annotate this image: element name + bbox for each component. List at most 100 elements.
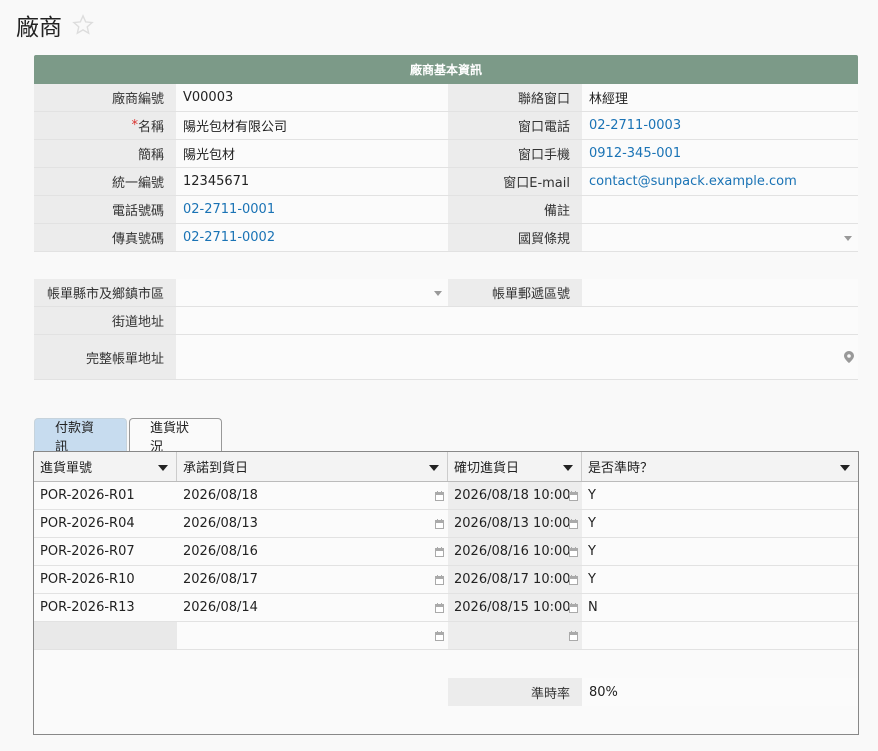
calendar-icon[interactable]: [435, 490, 444, 501]
order-no-cell[interactable]: POR-2026-R07: [34, 538, 177, 565]
billing-city-label: 帳單縣市及鄉鎮市區: [34, 279, 176, 306]
vendor-id-field[interactable]: V00003: [176, 84, 448, 111]
calendar-icon[interactable]: [435, 602, 444, 613]
phone-label: 電話號碼: [34, 196, 176, 223]
sort-dropdown-icon[interactable]: [840, 464, 850, 471]
calendar-icon[interactable]: [569, 546, 578, 557]
promised-date-cell[interactable]: 2026/08/18: [177, 482, 448, 509]
actual-date-value: 2026/08/15 10:00: [454, 600, 571, 615]
form-row: 電話號碼 02-2711-0001 備註: [34, 196, 858, 224]
dropdown-arrow-icon[interactable]: [434, 290, 442, 296]
address-grid: 帳單縣市及鄉鎮市區 帳單郵遞區號 街道地址 完整帳單地址: [34, 279, 858, 380]
section-title: 廠商基本資訊: [409, 63, 482, 77]
column-header-actual-date[interactable]: 確切進貨日: [448, 452, 582, 481]
contact-mobile-link[interactable]: 0912-345-001: [589, 146, 681, 161]
street-label: 街道地址: [34, 307, 176, 334]
tab-payment-info[interactable]: 付款資訊: [34, 418, 127, 455]
contact-person-label: 聯絡窗口: [448, 84, 582, 111]
on-time-rate-label: 準時率: [448, 678, 582, 706]
order-no-cell[interactable]: [34, 622, 177, 649]
contact-email-link[interactable]: contact@sunpack.example.com: [589, 174, 797, 189]
fax-field[interactable]: 02-2711-0002: [176, 224, 448, 251]
form-row: 簡稱 陽光包材 窗口手機 0912-345-001: [34, 140, 858, 168]
tab-purchase-status[interactable]: 進貨狀況: [129, 418, 222, 455]
actual-date-value: 2026/08/18 10:00: [454, 488, 571, 503]
on-time-cell[interactable]: [582, 622, 858, 649]
order-no-cell[interactable]: POR-2026-R10: [34, 566, 177, 593]
column-header-on-time[interactable]: 是否準時？: [582, 452, 858, 481]
promised-date-value: 2026/08/17: [183, 572, 258, 587]
name-label: * 名稱: [34, 112, 176, 139]
fax-link[interactable]: 02-2711-0002: [183, 230, 275, 245]
calendar-icon[interactable]: [435, 630, 444, 641]
actual-date-cell[interactable]: [448, 622, 582, 649]
contact-email-field[interactable]: contact@sunpack.example.com: [582, 168, 858, 195]
billing-zip-field[interactable]: [582, 279, 858, 306]
on-time-cell[interactable]: Y: [582, 510, 858, 537]
table-row[interactable]: POR-2026-R01 2026/08/18 2026/08/18 10:00…: [34, 482, 858, 510]
calendar-icon[interactable]: [435, 518, 444, 529]
star-outline-icon[interactable]: [72, 14, 94, 36]
actual-date-value: 2026/08/17 10:00: [454, 572, 571, 587]
short-name-value: 陽光包材: [183, 148, 236, 163]
table-new-row[interactable]: [34, 622, 858, 650]
incoterms-select[interactable]: [582, 224, 858, 251]
full-address-label: 完整帳單地址: [34, 335, 176, 379]
phone-field[interactable]: 02-2711-0001: [176, 196, 448, 223]
actual-date-cell[interactable]: 2026/08/18 10:00: [448, 482, 582, 509]
order-no-cell[interactable]: POR-2026-R13: [34, 594, 177, 621]
table-row[interactable]: POR-2026-R07 2026/08/16 2026/08/16 10:00…: [34, 538, 858, 566]
billing-city-select[interactable]: [176, 279, 448, 306]
name-value: 陽光包材有限公司: [183, 120, 288, 135]
remarks-field[interactable]: [582, 196, 858, 223]
calendar-icon[interactable]: [569, 630, 578, 641]
on-time-cell[interactable]: N: [582, 594, 858, 621]
sort-dropdown-icon[interactable]: [429, 464, 439, 471]
short-name-field[interactable]: 陽光包材: [176, 140, 448, 167]
column-header-order-no[interactable]: 進貨單號: [34, 452, 177, 481]
map-pin-icon[interactable]: [844, 351, 854, 363]
actual-date-cell[interactable]: 2026/08/17 10:00: [448, 566, 582, 593]
actual-date-cell[interactable]: 2026/08/15 10:00: [448, 594, 582, 621]
promised-date-cell[interactable]: [177, 622, 448, 649]
calendar-icon[interactable]: [435, 546, 444, 557]
calendar-icon[interactable]: [569, 602, 578, 613]
name-field[interactable]: 陽光包材有限公司: [176, 112, 448, 139]
contact-phone-link[interactable]: 02-2711-0003: [589, 118, 681, 133]
calendar-icon[interactable]: [569, 518, 578, 529]
calendar-icon[interactable]: [435, 574, 444, 585]
sort-dropdown-icon[interactable]: [563, 464, 573, 471]
contact-phone-label: 窗口電話: [448, 112, 582, 139]
promised-date-cell[interactable]: 2026/08/17: [177, 566, 448, 593]
order-no-cell[interactable]: POR-2026-R04: [34, 510, 177, 537]
table-row[interactable]: POR-2026-R10 2026/08/17 2026/08/17 10:00…: [34, 566, 858, 594]
contact-mobile-field[interactable]: 0912-345-001: [582, 140, 858, 167]
phone-link[interactable]: 02-2711-0001: [183, 202, 275, 217]
contact-person-field[interactable]: 林經理: [582, 84, 858, 111]
short-name-label: 簡稱: [34, 140, 176, 167]
promised-date-cell[interactable]: 2026/08/16: [177, 538, 448, 565]
on-time-cell[interactable]: Y: [582, 566, 858, 593]
actual-date-cell[interactable]: 2026/08/13 10:00: [448, 510, 582, 537]
contact-phone-field[interactable]: 02-2711-0003: [582, 112, 858, 139]
full-address-field[interactable]: [176, 335, 858, 379]
form-row: 帳單縣市及鄉鎮市區 帳單郵遞區號: [34, 279, 858, 307]
promised-date-cell[interactable]: 2026/08/14: [177, 594, 448, 621]
tab-label: 進貨狀況: [150, 420, 190, 455]
dropdown-arrow-icon[interactable]: [844, 235, 852, 241]
vendor-id-label: 廠商編號: [34, 84, 176, 111]
on-time-cell[interactable]: Y: [582, 482, 858, 509]
calendar-icon[interactable]: [569, 574, 578, 585]
table-row[interactable]: POR-2026-R13 2026/08/14 2026/08/15 10:00…: [34, 594, 858, 622]
sort-dropdown-icon[interactable]: [158, 464, 168, 471]
promised-date-cell[interactable]: 2026/08/13: [177, 510, 448, 537]
column-header-promised-date[interactable]: 承諾到貨日: [177, 452, 448, 481]
on-time-cell[interactable]: Y: [582, 538, 858, 565]
street-field[interactable]: [176, 307, 858, 334]
form-row: 街道地址: [34, 307, 858, 335]
table-row[interactable]: POR-2026-R04 2026/08/13 2026/08/13 10:00…: [34, 510, 858, 538]
tax-id-field[interactable]: 12345671: [176, 168, 448, 195]
calendar-icon[interactable]: [569, 490, 578, 501]
actual-date-cell[interactable]: 2026/08/16 10:00: [448, 538, 582, 565]
order-no-cell[interactable]: POR-2026-R01: [34, 482, 177, 509]
